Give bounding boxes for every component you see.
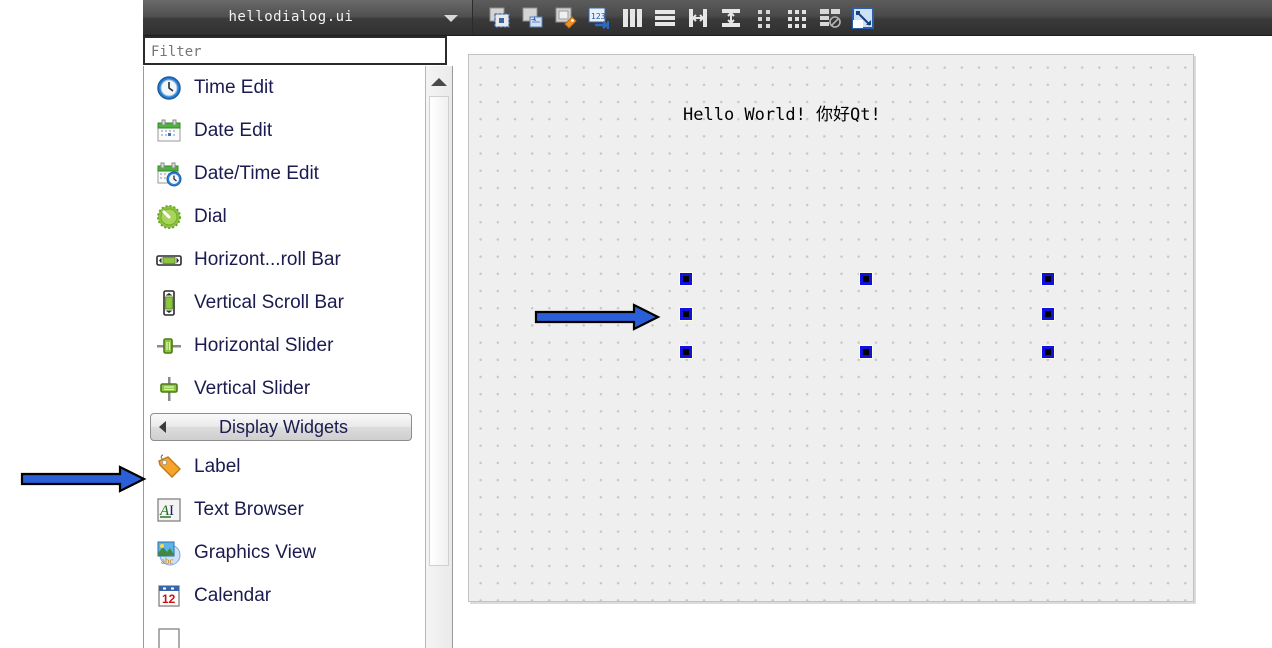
designer-toolbar: 123	[478, 0, 877, 35]
svg-text:abc: abc	[161, 556, 174, 566]
list-item[interactable]: Vertical Scroll Bar	[144, 281, 419, 324]
list-item-label: Vertical Slider	[194, 377, 311, 399]
list-item[interactable]: Horizont...roll Bar	[144, 238, 419, 281]
selection-handle-top-left[interactable]	[679, 272, 693, 286]
calendar-12-icon: 12	[154, 581, 184, 611]
clock-icon	[154, 73, 184, 103]
list-item-label: Dial	[194, 205, 227, 227]
svg-text:12: 12	[162, 592, 176, 606]
list-item-label: Date/Time Edit	[194, 162, 319, 184]
selection-handle-bottom-left[interactable]	[679, 345, 693, 359]
scroll-up-arrow-icon[interactable]	[431, 78, 447, 86]
selection-handle-bottom-center[interactable]	[859, 345, 873, 359]
filter-field-wrapper[interactable]	[143, 36, 447, 65]
form-label-widget[interactable]: Hello World! 你好Qt!	[683, 100, 881, 125]
selection-handle-top-center[interactable]	[859, 272, 873, 286]
edit-signals-slots-icon[interactable]	[519, 4, 547, 32]
calendar-clock-icon	[154, 159, 184, 189]
qt-designer-window: hellodialog.ui 123 Filter Time Edit Date…	[0, 0, 1272, 648]
triangle-left-icon[interactable]	[159, 421, 166, 433]
edit-tab-order-icon[interactable]: 123	[585, 4, 613, 32]
layout-v-splitter-icon[interactable]	[717, 4, 745, 32]
selection-handle-bottom-right[interactable]	[1041, 345, 1055, 359]
form-file-name: hellodialog.ui	[228, 9, 354, 25]
widget-list[interactable]: Time Edit Date Edit Date/Time Edit Dial …	[143, 66, 447, 648]
widget-list-scrollbar[interactable]	[425, 66, 453, 648]
edit-buddies-icon[interactable]	[552, 4, 580, 32]
right-arrow-icon	[20, 465, 147, 493]
list-item-label: Date Edit	[194, 119, 273, 141]
edit-widgets-icon[interactable]	[486, 4, 514, 32]
list-item[interactable]: Label	[144, 445, 419, 488]
horizontal-scrollbar-icon	[154, 245, 184, 275]
group-header-label: Display Widgets	[218, 416, 349, 437]
list-item-label: Calendar	[194, 584, 272, 606]
group-header-display-widgets[interactable]: Display Widgets	[150, 413, 412, 441]
svg-text:123: 123	[591, 12, 606, 21]
right-arrow-icon	[534, 303, 661, 331]
layout-grid-icon[interactable]	[783, 4, 811, 32]
selection-handle-top-right[interactable]	[1041, 272, 1055, 286]
horizontal-slider-icon	[154, 331, 184, 361]
vertical-scrollbar-icon	[154, 288, 184, 318]
vertical-slider-icon	[154, 374, 184, 404]
list-item-label: Label	[194, 455, 241, 477]
list-item[interactable]: Date/Time Edit	[144, 152, 419, 195]
break-layout-icon[interactable]	[816, 4, 844, 32]
list-item[interactable]	[144, 617, 419, 648]
list-item[interactable]: abc Graphics View	[144, 531, 419, 574]
layout-form-icon[interactable]	[750, 4, 778, 32]
adjust-size-icon[interactable]	[849, 4, 877, 32]
list-item-label: Vertical Scroll Bar	[194, 291, 344, 313]
form-file-combobox[interactable]: hellodialog.ui	[143, 0, 473, 35]
scrollbar-thumb[interactable]	[429, 96, 449, 566]
list-item[interactable]: 12 Calendar	[144, 574, 419, 617]
list-item[interactable]: Horizontal Slider	[144, 324, 419, 367]
chevron-down-icon[interactable]	[444, 15, 458, 22]
list-item-label: Horizontal Slider	[194, 334, 334, 356]
selection-handle-middle-right[interactable]	[1041, 307, 1055, 321]
search-input[interactable]	[149, 41, 443, 63]
dial-icon	[154, 202, 184, 232]
list-item-label: Graphics View	[194, 541, 317, 563]
list-item[interactable]: Dial	[144, 195, 419, 238]
layout-h-splitter-icon[interactable]	[684, 4, 712, 32]
text-browser-icon: A I	[154, 495, 184, 525]
list-item-label: Time Edit	[194, 76, 274, 98]
widget-list-items: Time Edit Date Edit Date/Time Edit Dial …	[144, 66, 419, 648]
calendar-icon	[154, 116, 184, 146]
list-item-label: Horizont...roll Bar	[194, 248, 341, 270]
list-item-label: Text Browser	[194, 498, 304, 520]
layout-vertical-icon[interactable]	[651, 4, 679, 32]
list-item[interactable]: Time Edit	[144, 66, 419, 109]
list-item[interactable]: Vertical Slider	[144, 367, 419, 410]
layout-horizontal-icon[interactable]	[618, 4, 646, 32]
partial-item-icon	[154, 624, 184, 648]
widget-box-panel: Time Edit	[143, 36, 453, 648]
list-item[interactable]: Date Edit	[144, 109, 419, 152]
selection-handle-middle-left[interactable]	[679, 307, 693, 321]
titlebar: hellodialog.ui 123	[143, 0, 1272, 36]
list-item[interactable]: A I Text Browser	[144, 488, 419, 531]
graphics-view-icon: abc	[154, 538, 184, 568]
